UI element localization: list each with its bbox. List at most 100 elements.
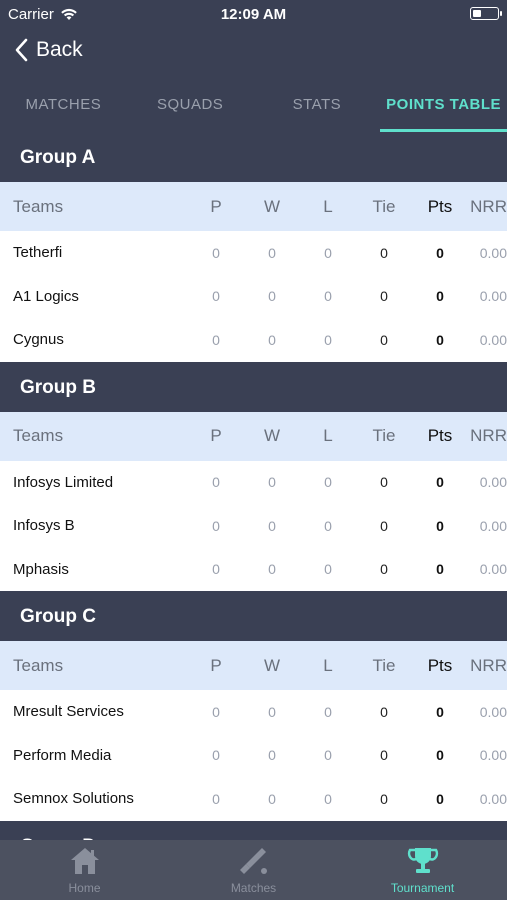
points-table-content[interactable]: Group A Teams P W L Tie Pts NRR Tetherfi… [0, 132, 507, 840]
points-value: 0 [436, 244, 444, 261]
lost-value: 0 [324, 288, 332, 305]
table-header-row: Teams P W L Tie Pts NRR [0, 411, 507, 461]
played-value: 0 [212, 747, 220, 764]
tie-value: 0 [380, 474, 388, 491]
nrr-value: 0.00 [479, 331, 507, 348]
points-value: 0 [436, 474, 444, 491]
header-points: Pts [427, 196, 453, 216]
header-tie: Tie [372, 196, 396, 216]
won-value: 0 [268, 561, 276, 578]
header-teams: Teams [13, 426, 64, 445]
points-value: 0 [436, 517, 444, 534]
tie-value: 0 [380, 244, 388, 261]
team-name: Semnox Solutions [13, 790, 134, 808]
table-header-row: Teams P W L Tie Pts NRR [0, 182, 507, 231]
team-name: Infosys Limited [13, 473, 114, 491]
tab-stats[interactable]: STATS [254, 80, 381, 132]
team-name: Cygnus [13, 331, 64, 349]
points-value: 0 [436, 790, 444, 807]
nrr-value: 0.00 [479, 288, 507, 305]
tab-matches-bottom[interactable]: Matches [169, 840, 338, 900]
won-value: 0 [268, 703, 276, 720]
header-teams: Teams [13, 196, 64, 216]
header-lost: L [323, 426, 333, 445]
header-played: P [210, 196, 222, 216]
team-name: Perform Media [13, 746, 112, 764]
tie-value: 0 [380, 790, 388, 807]
nrr-value: 0.00 [479, 703, 507, 720]
points-value: 0 [436, 703, 444, 720]
header-tie: Tie [372, 655, 396, 675]
tab-points-table[interactable]: POINTS TABLE [380, 80, 507, 132]
tab-matches-label: Matches [230, 881, 277, 895]
team-name: Mresult Services [13, 703, 124, 721]
table-row[interactable]: Cygnus 0 0 0 0 0 0.00 [0, 318, 507, 362]
played-value: 0 [212, 561, 220, 578]
tab-matches[interactable]: MATCHES [0, 80, 127, 132]
played-value: 0 [212, 790, 220, 807]
chevron-left-icon [15, 38, 28, 62]
team-name: Infosys B [13, 517, 75, 535]
tab-squads[interactable]: SQUADS [127, 80, 254, 132]
tie-value: 0 [380, 747, 388, 764]
lost-value: 0 [324, 703, 332, 720]
group-header: Group A [0, 132, 507, 182]
won-value: 0 [268, 790, 276, 807]
table-row[interactable]: A1 Logics 0 0 0 0 0 0.00 [0, 274, 507, 318]
table-row[interactable]: Infosys Limited 0 0 0 0 0 0.00 [0, 460, 507, 504]
lost-value: 0 [324, 474, 332, 491]
points-value: 0 [436, 288, 444, 305]
played-value: 0 [212, 703, 220, 720]
nrr-value: 0.00 [479, 561, 507, 578]
header-won: W [263, 655, 281, 675]
header-points: Pts [427, 426, 453, 445]
back-label: Back [36, 38, 83, 61]
table-row[interactable]: Mresult Services 0 0 0 0 0 0.00 [0, 690, 507, 734]
header-played: P [210, 655, 222, 675]
group-header: Group C [0, 591, 507, 641]
group-header: Group D [0, 820, 507, 840]
won-value: 0 [268, 331, 276, 348]
header-won: W [263, 426, 281, 445]
played-value: 0 [212, 474, 220, 491]
nrr-value: 0.00 [479, 747, 507, 764]
table-row[interactable]: Mphasis 0 0 0 0 0 0.00 [0, 547, 507, 591]
header-tie: Tie [372, 426, 396, 445]
team-name: Tetherfi [13, 244, 63, 262]
clock: 12:09 AM [220, 6, 287, 23]
back-button[interactable]: Back [14, 38, 83, 62]
bottom-tab-bar: Home Matches Tournament [0, 840, 507, 900]
tab-home[interactable]: Home [0, 840, 169, 900]
table-header-row: Teams P W L Tie Pts NRR [0, 641, 507, 690]
points-value: 0 [436, 561, 444, 578]
status-bar: Carrier 12:09 AM [0, 0, 507, 28]
played-value: 0 [212, 517, 220, 534]
cricket-bat-icon [239, 848, 267, 874]
won-value: 0 [268, 474, 276, 491]
table-row[interactable]: Perform Media 0 0 0 0 0 0.00 [0, 733, 507, 777]
lost-value: 0 [324, 790, 332, 807]
trophy-icon [407, 848, 438, 873]
played-value: 0 [212, 331, 220, 348]
header-teams: Teams [13, 655, 64, 675]
table-row[interactable]: Infosys B 0 0 0 0 0 0.00 [0, 504, 507, 548]
tab-tournament[interactable]: Tournament [338, 840, 507, 900]
lost-value: 0 [324, 747, 332, 764]
tie-value: 0 [380, 517, 388, 534]
header-won: W [263, 196, 281, 216]
table-row[interactable]: Tetherfi 0 0 0 0 0 0.00 [0, 231, 507, 275]
home-icon [70, 848, 99, 874]
tie-value: 0 [380, 288, 388, 305]
tie-value: 0 [380, 331, 388, 348]
nrr-value: 0.00 [479, 790, 507, 807]
table-row[interactable]: Semnox Solutions 0 0 0 0 0 0.00 [0, 777, 507, 821]
lost-value: 0 [324, 331, 332, 348]
group-header: Group B [0, 361, 507, 412]
played-value: 0 [212, 288, 220, 305]
header-nrr: NRR [470, 426, 507, 445]
won-value: 0 [268, 244, 276, 261]
navigation-bar: Back [0, 28, 507, 80]
won-value: 0 [268, 288, 276, 305]
lost-value: 0 [324, 517, 332, 534]
tie-value: 0 [380, 703, 388, 720]
